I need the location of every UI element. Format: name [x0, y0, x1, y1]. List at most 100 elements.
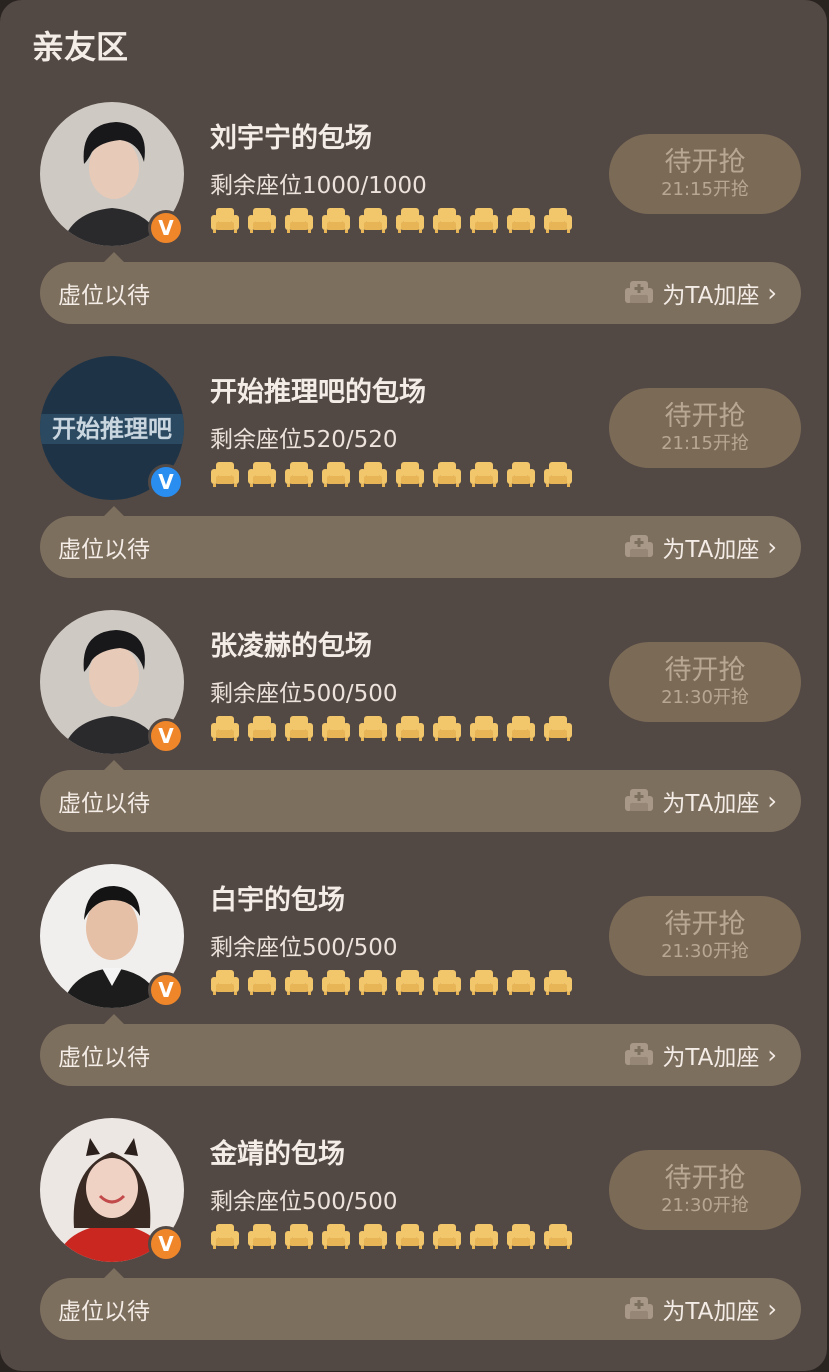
seat-icon: [322, 462, 350, 487]
friends-zone-panel: 亲友区 V 刘宇宁的包场 剩余座位1000/1000 待开抢 21:15开抢 虚…: [0, 0, 827, 1371]
host-avatar[interactable]: V: [40, 610, 184, 754]
seat-row: [210, 1222, 573, 1252]
waiting-bar: 虚位以待 为TA加座 ›: [40, 516, 801, 578]
seat-icon: [544, 716, 572, 741]
seat-icon: [248, 462, 276, 487]
seat-icon: [359, 208, 387, 233]
grab-button[interactable]: 待开抢 21:30开抢: [609, 1150, 801, 1230]
host-avatar[interactable]: 开始推理吧 V: [40, 356, 184, 500]
host-name: 刘宇宁的包场: [210, 123, 372, 154]
grab-time: 21:15开抢: [661, 179, 749, 200]
bubble-pointer: [104, 506, 124, 516]
grab-button-label: 待开抢: [664, 909, 746, 940]
seat-row: [210, 714, 573, 744]
chevron-right-icon: ›: [767, 533, 777, 561]
seat-icon: [248, 970, 276, 995]
seat-icon: [470, 462, 498, 487]
host-avatar[interactable]: V: [40, 864, 184, 1008]
verified-v-icon: V: [148, 972, 184, 1008]
grab-button[interactable]: 待开抢 21:30开抢: [609, 642, 801, 722]
grab-time: 21:30开抢: [661, 941, 749, 962]
host-avatar[interactable]: V: [40, 102, 184, 246]
waiting-bar: 虚位以待 为TA加座 ›: [40, 1024, 801, 1086]
seat-icon: [544, 208, 572, 233]
seat-icon: [322, 716, 350, 741]
svg-text:开始推理吧: 开始推理吧: [52, 415, 172, 443]
host-avatar[interactable]: V: [40, 1118, 184, 1262]
host-name: 白宇的包场: [210, 885, 345, 916]
add-seat-button[interactable]: 为TA加座 ›: [624, 528, 777, 566]
add-seat-button[interactable]: 为TA加座 ›: [624, 274, 777, 312]
seat-icon: [433, 1224, 461, 1249]
verified-v-icon: V: [148, 1226, 184, 1262]
seat-row: [210, 968, 573, 998]
grab-button-label: 待开抢: [664, 147, 746, 178]
seat-icon: [322, 970, 350, 995]
grab-button[interactable]: 待开抢 21:30开抢: [609, 896, 801, 976]
add-seat-label: 为TA加座: [662, 283, 760, 309]
seat-icon: [544, 1224, 572, 1249]
grab-button[interactable]: 待开抢 21:15开抢: [609, 134, 801, 214]
verified-v-icon: V: [148, 718, 184, 754]
seat-icon: [396, 970, 424, 995]
add-seat-label: 为TA加座: [662, 1045, 760, 1071]
sofa-plus-icon: [625, 281, 654, 303]
add-seat-label: 为TA加座: [662, 1299, 760, 1325]
seat-icon: [396, 208, 424, 233]
seat-icon: [359, 1224, 387, 1249]
remaining-seats: 剩余座位520/520: [210, 427, 398, 453]
section-title: 亲友区: [32, 28, 129, 66]
grab-button-label: 待开抢: [664, 655, 746, 686]
seat-icon: [507, 970, 535, 995]
grab-button[interactable]: 待开抢 21:15开抢: [609, 388, 801, 468]
add-seat-button[interactable]: 为TA加座 ›: [624, 1290, 777, 1328]
seat-icon: [507, 208, 535, 233]
seat-icon: [507, 1224, 535, 1249]
seat-icon: [396, 716, 424, 741]
grab-time: 21:30开抢: [661, 1195, 749, 1216]
seat-icon: [322, 208, 350, 233]
add-seat-label: 为TA加座: [662, 791, 760, 817]
bubble-pointer: [104, 1268, 124, 1278]
grab-time: 21:30开抢: [661, 687, 749, 708]
seat-icon: [285, 1224, 313, 1249]
waiting-label: 虚位以待: [58, 1299, 150, 1325]
host-name: 金靖的包场: [210, 1139, 345, 1170]
host-card: V 白宇的包场 剩余座位500/500 待开抢 21:30开抢 虚位以待 为TA…: [0, 864, 829, 1118]
seat-icon: [433, 462, 461, 487]
seat-icon: [285, 208, 313, 233]
seat-icon: [285, 716, 313, 741]
bubble-pointer: [104, 252, 124, 262]
chevron-right-icon: ›: [767, 1041, 777, 1069]
sofa-plus-icon: [625, 535, 654, 557]
seat-icon: [507, 462, 535, 487]
waiting-bar: 虚位以待 为TA加座 ›: [40, 770, 801, 832]
remaining-seats: 剩余座位1000/1000: [210, 173, 427, 199]
seat-icon: [470, 208, 498, 233]
host-name: 张凌赫的包场: [210, 631, 372, 662]
seat-icon: [507, 716, 535, 741]
remaining-seats: 剩余座位500/500: [210, 681, 398, 707]
remaining-seats: 剩余座位500/500: [210, 1189, 398, 1215]
host-name: 开始推理吧的包场: [210, 377, 426, 408]
add-seat-button[interactable]: 为TA加座 ›: [624, 782, 777, 820]
seat-icon: [396, 1224, 424, 1249]
seat-row: [210, 460, 573, 490]
seat-icon: [211, 208, 239, 233]
waiting-label: 虚位以待: [58, 283, 150, 309]
waiting-label: 虚位以待: [58, 537, 150, 563]
seat-icon: [544, 462, 572, 487]
add-seat-button[interactable]: 为TA加座 ›: [624, 1036, 777, 1074]
seat-icon: [211, 970, 239, 995]
seat-icon: [433, 716, 461, 741]
seat-icon: [211, 1224, 239, 1249]
host-card: V 张凌赫的包场 剩余座位500/500 待开抢 21:30开抢 虚位以待 为T…: [0, 610, 829, 864]
seat-icon: [359, 462, 387, 487]
add-seat-label: 为TA加座: [662, 537, 760, 563]
bubble-pointer: [104, 760, 124, 770]
seat-icon: [359, 716, 387, 741]
sofa-plus-icon: [625, 1043, 654, 1065]
seat-icon: [470, 1224, 498, 1249]
seat-icon: [433, 970, 461, 995]
waiting-label: 虚位以待: [58, 791, 150, 817]
